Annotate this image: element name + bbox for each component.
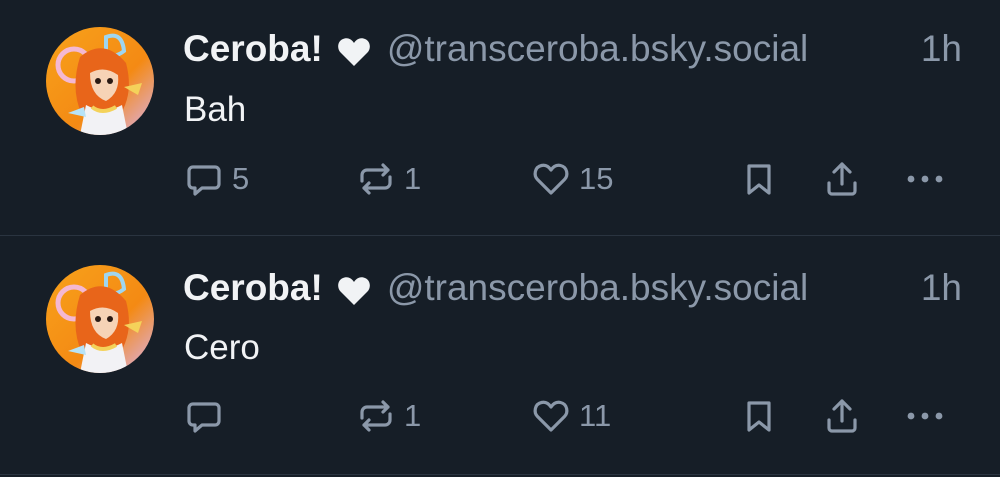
post[interactable]: Ceroba! @transceroba.bsky.social 1h Cero	[0, 237, 1000, 475]
reply-count: 5	[232, 161, 250, 196]
post-header: Ceroba! @transceroba.bsky.social 1h	[183, 24, 962, 74]
like-count: 11	[579, 398, 612, 433]
repost-icon	[360, 400, 392, 432]
share-button[interactable]	[822, 154, 862, 204]
share-icon	[827, 162, 857, 196]
bookmark-icon	[747, 164, 771, 195]
share-icon	[827, 399, 857, 433]
reply-icon	[187, 165, 221, 196]
author-display-name[interactable]: Ceroba!	[183, 267, 323, 309]
post-timestamp[interactable]: 1h	[921, 267, 962, 309]
like-icon	[533, 163, 569, 195]
bookmark-icon	[747, 401, 771, 432]
post-feed: Ceroba! @transceroba.bsky.social 1h Bah …	[0, 0, 1000, 477]
reply-button[interactable]: 5	[184, 154, 249, 204]
more-icon	[907, 412, 943, 420]
bookmark-button[interactable]	[739, 391, 779, 441]
like-button[interactable]: 11	[531, 391, 611, 441]
avatar[interactable]	[46, 27, 154, 135]
repost-button[interactable]: 1	[356, 154, 421, 204]
bookmark-button[interactable]	[739, 154, 779, 204]
avatar-image	[46, 265, 154, 373]
like-count: 15	[579, 161, 614, 196]
post-actions: 1 11	[0, 391, 1000, 441]
reply-icon	[187, 402, 221, 433]
avatar[interactable]	[46, 265, 154, 373]
more-options-button[interactable]	[903, 391, 947, 441]
heart-icon	[337, 273, 371, 305]
author-handle[interactable]: @transceroba.bsky.social	[387, 267, 808, 309]
like-icon	[533, 400, 569, 432]
repost-icon	[360, 163, 392, 195]
repost-button[interactable]: 1	[356, 391, 421, 441]
post[interactable]: Ceroba! @transceroba.bsky.social 1h Bah …	[0, 0, 1000, 236]
repost-count: 1	[404, 161, 422, 196]
post-text: Bah	[184, 90, 247, 129]
post-header: Ceroba! @transceroba.bsky.social 1h	[183, 263, 962, 313]
more-options-button[interactable]	[903, 154, 947, 204]
share-button[interactable]	[822, 391, 862, 441]
author-handle[interactable]: @transceroba.bsky.social	[387, 28, 808, 70]
avatar-image	[46, 27, 154, 135]
reply-button[interactable]	[184, 391, 232, 441]
more-icon	[907, 175, 943, 183]
heart-icon	[337, 34, 371, 66]
post-text: Cero	[184, 328, 260, 367]
like-button[interactable]: 15	[531, 154, 613, 204]
post-actions: 5 1 15	[0, 154, 1000, 204]
author-display-name[interactable]: Ceroba!	[183, 28, 323, 70]
repost-count: 1	[404, 398, 422, 433]
post-timestamp[interactable]: 1h	[921, 28, 962, 70]
